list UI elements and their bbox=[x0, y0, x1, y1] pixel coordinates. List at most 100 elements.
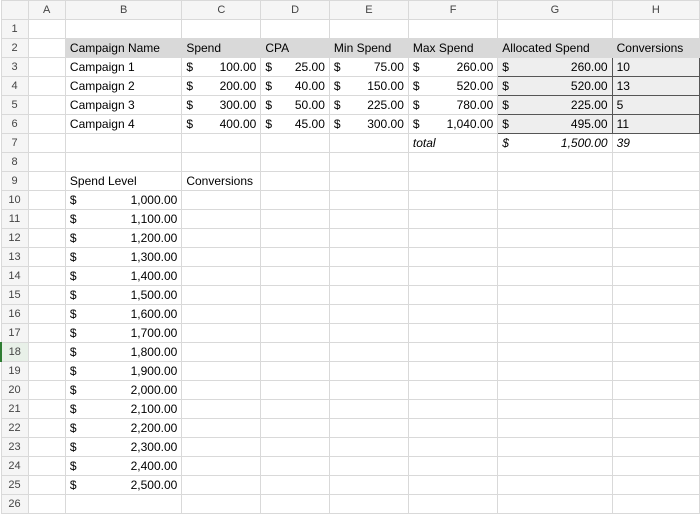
cell[interactable] bbox=[329, 191, 408, 210]
cell[interactable] bbox=[408, 210, 497, 229]
cell[interactable]: $2,300.00 bbox=[65, 438, 181, 457]
cell[interactable]: $400.00 bbox=[182, 115, 261, 134]
cell[interactable] bbox=[182, 495, 261, 514]
row-header-10[interactable]: 10 bbox=[1, 191, 28, 210]
cell[interactable] bbox=[182, 438, 261, 457]
cell[interactable]: $1,800.00 bbox=[65, 343, 181, 362]
cell[interactable] bbox=[182, 286, 261, 305]
cell[interactable] bbox=[612, 248, 699, 267]
col-header-B[interactable]: B bbox=[65, 1, 181, 20]
cell[interactable] bbox=[261, 324, 330, 343]
cell[interactable] bbox=[28, 115, 65, 134]
col-header-A[interactable]: A bbox=[28, 1, 65, 20]
hdr-spend[interactable]: Spend bbox=[182, 39, 261, 58]
cell[interactable] bbox=[261, 400, 330, 419]
cell[interactable] bbox=[408, 267, 497, 286]
cell[interactable]: Campaign 1 bbox=[65, 58, 181, 77]
cell[interactable] bbox=[329, 419, 408, 438]
cell[interactable] bbox=[329, 457, 408, 476]
cell[interactable]: $1,100.00 bbox=[65, 210, 181, 229]
cell[interactable]: total bbox=[408, 134, 497, 153]
cell[interactable] bbox=[28, 419, 65, 438]
cell[interactable] bbox=[261, 210, 330, 229]
row-header-26[interactable]: 26 bbox=[1, 495, 28, 514]
cell[interactable] bbox=[498, 457, 612, 476]
cell[interactable] bbox=[329, 495, 408, 514]
col-header-H[interactable]: H bbox=[612, 1, 699, 20]
cell[interactable] bbox=[498, 305, 612, 324]
cell[interactable] bbox=[182, 343, 261, 362]
cell[interactable] bbox=[182, 248, 261, 267]
cell[interactable] bbox=[182, 419, 261, 438]
cell[interactable] bbox=[498, 438, 612, 457]
cell[interactable] bbox=[329, 20, 408, 39]
cell[interactable] bbox=[612, 400, 699, 419]
cell[interactable] bbox=[329, 248, 408, 267]
cell[interactable] bbox=[408, 476, 497, 495]
cell[interactable]: $1,200.00 bbox=[65, 229, 181, 248]
hdr-cpa[interactable]: CPA bbox=[261, 39, 330, 58]
cell[interactable] bbox=[612, 457, 699, 476]
cell[interactable] bbox=[408, 153, 497, 172]
cell[interactable] bbox=[28, 20, 65, 39]
row-header-7[interactable]: 7 bbox=[1, 134, 28, 153]
cell[interactable]: 11 bbox=[612, 115, 699, 134]
cell[interactable] bbox=[261, 495, 330, 514]
cell[interactable]: $780.00 bbox=[408, 96, 497, 115]
cell[interactable]: Campaign 3 bbox=[65, 96, 181, 115]
cell[interactable] bbox=[408, 324, 497, 343]
cell[interactable] bbox=[498, 362, 612, 381]
cell[interactable]: $1,400.00 bbox=[65, 267, 181, 286]
cell[interactable] bbox=[498, 172, 612, 191]
cell[interactable] bbox=[28, 229, 65, 248]
spreadsheet-grid[interactable]: A B C D E F G H 12Campaign NameSpendCPAM… bbox=[0, 0, 700, 514]
cell[interactable] bbox=[261, 286, 330, 305]
cell[interactable] bbox=[261, 476, 330, 495]
cell[interactable] bbox=[182, 20, 261, 39]
row-header-12[interactable]: 12 bbox=[1, 229, 28, 248]
row-header-4[interactable]: 4 bbox=[1, 77, 28, 96]
row-header-16[interactable]: 16 bbox=[1, 305, 28, 324]
cell[interactable]: Campaign 2 bbox=[65, 77, 181, 96]
cell[interactable]: $1,040.00 bbox=[408, 115, 497, 134]
cell[interactable]: 39 bbox=[612, 134, 699, 153]
cell[interactable] bbox=[498, 267, 612, 286]
cell[interactable] bbox=[498, 20, 612, 39]
cell[interactable] bbox=[261, 305, 330, 324]
cell[interactable] bbox=[329, 476, 408, 495]
cell[interactable] bbox=[261, 419, 330, 438]
cell[interactable] bbox=[65, 495, 181, 514]
cell[interactable]: $2,100.00 bbox=[65, 400, 181, 419]
cell[interactable]: $50.00 bbox=[261, 96, 330, 115]
cell[interactable] bbox=[612, 476, 699, 495]
cell[interactable] bbox=[182, 381, 261, 400]
row-header-14[interactable]: 14 bbox=[1, 267, 28, 286]
cell[interactable] bbox=[612, 324, 699, 343]
cell[interactable] bbox=[28, 172, 65, 191]
cell[interactable] bbox=[612, 438, 699, 457]
cell[interactable]: $260.00 bbox=[408, 58, 497, 77]
cell[interactable] bbox=[182, 134, 261, 153]
cell[interactable] bbox=[329, 210, 408, 229]
cell[interactable]: $2,500.00 bbox=[65, 476, 181, 495]
cell[interactable] bbox=[498, 495, 612, 514]
col-header-E[interactable]: E bbox=[329, 1, 408, 20]
cell[interactable] bbox=[612, 381, 699, 400]
cell[interactable] bbox=[329, 153, 408, 172]
cell[interactable] bbox=[612, 191, 699, 210]
cell[interactable]: $75.00 bbox=[329, 58, 408, 77]
cell[interactable] bbox=[28, 39, 65, 58]
row-header-23[interactable]: 23 bbox=[1, 438, 28, 457]
cell[interactable] bbox=[261, 153, 330, 172]
row-header-19[interactable]: 19 bbox=[1, 362, 28, 381]
cell[interactable]: $520.00 bbox=[498, 77, 612, 96]
cell[interactable] bbox=[498, 153, 612, 172]
cell[interactable] bbox=[261, 134, 330, 153]
cell[interactable] bbox=[28, 381, 65, 400]
cell[interactable] bbox=[498, 324, 612, 343]
cell[interactable]: Spend Level bbox=[65, 172, 181, 191]
cell[interactable] bbox=[261, 343, 330, 362]
cell[interactable]: $225.00 bbox=[498, 96, 612, 115]
row-header-11[interactable]: 11 bbox=[1, 210, 28, 229]
row-header-24[interactable]: 24 bbox=[1, 457, 28, 476]
